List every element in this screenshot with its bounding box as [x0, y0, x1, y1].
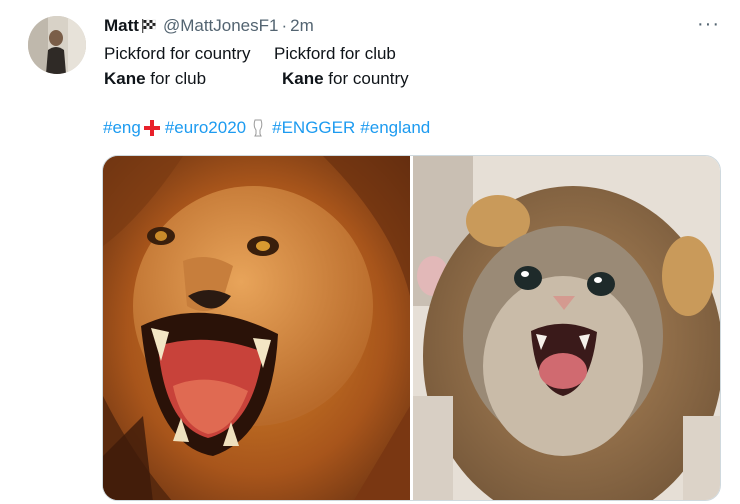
author-handle[interactable]: @MattJonesF1: [163, 16, 279, 36]
kane-bold: Kane: [104, 69, 146, 88]
text-kane-country: Kane for country: [282, 69, 409, 89]
england-flag-icon: [143, 119, 161, 137]
text-pickford-country: Pickford for country: [104, 44, 251, 63]
cat-in-lion-costume-photo[interactable]: [413, 156, 720, 500]
hashtag-euro2020[interactable]: #euro2020: [165, 118, 246, 138]
hashtag-england[interactable]: #england: [360, 118, 430, 138]
trophy-icon: [252, 118, 264, 138]
text-pickford-club: Pickford for club: [274, 44, 396, 63]
more-options-icon[interactable]: ···: [697, 14, 720, 34]
for-club-text: for club: [145, 69, 207, 88]
hashtag-eng[interactable]: #eng: [103, 118, 141, 138]
author-name[interactable]: Matt: [104, 16, 139, 36]
text-kane-club: Kane for club: [104, 69, 206, 88]
for-country-text: for country: [323, 69, 409, 88]
avatar[interactable]: [28, 16, 86, 74]
separator-dot: ·: [281, 16, 288, 35]
tweet-card[interactable]: Matt @MattJonesF1 · 2m ··· Pickford for …: [0, 0, 740, 504]
tweet-header: Matt @MattJonesF1 · 2m: [104, 15, 314, 37]
lion-photo[interactable]: [103, 156, 410, 500]
tweet-text-line-1: Pickford for country Pickford for club: [104, 44, 396, 64]
kane-bold: Kane: [282, 69, 324, 88]
hashtag-row: #eng #euro2020 #ENGGER #england: [103, 118, 430, 138]
chequered-flag-icon: [141, 19, 157, 33]
tweet-timestamp[interactable]: 2m: [290, 16, 314, 36]
hashtag-engger[interactable]: #ENGGER: [272, 118, 355, 138]
tweet-text-line-2: Kane for club Kane for country: [104, 69, 409, 89]
media-grid: [102, 155, 721, 501]
